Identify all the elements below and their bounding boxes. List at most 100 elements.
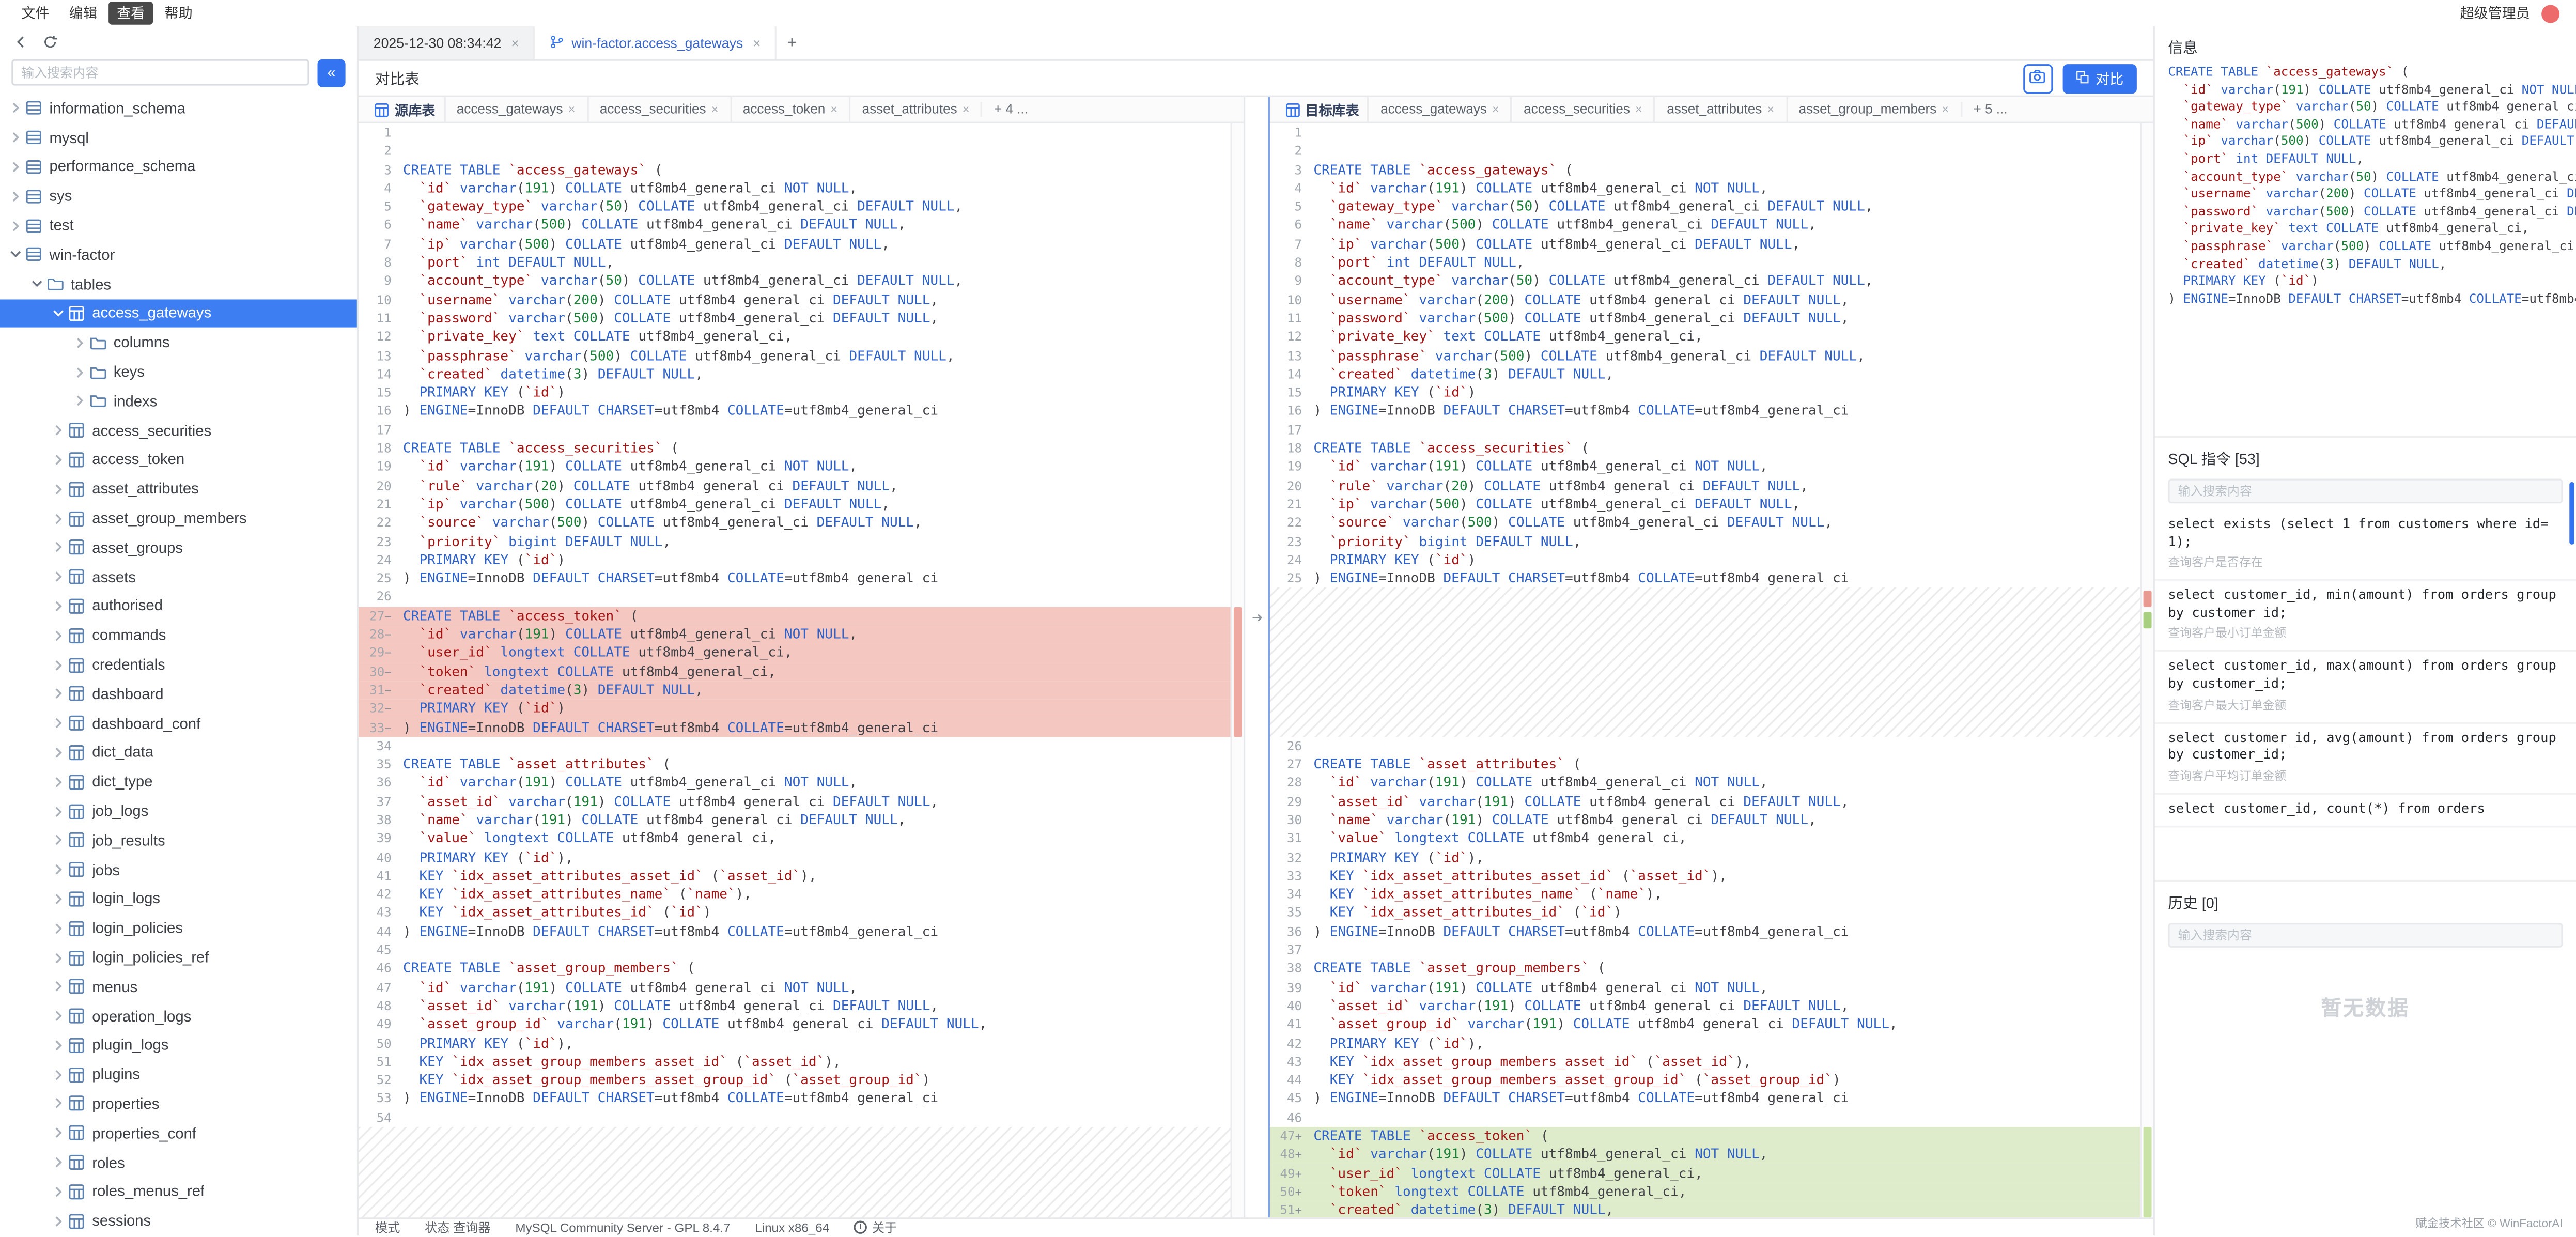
chevron-right-icon[interactable] [51, 423, 66, 438]
menu-file[interactable]: 文件 [13, 2, 57, 25]
sidebar-collapse-button[interactable]: « [317, 58, 345, 86]
snapshot-button[interactable] [2023, 64, 2053, 93]
tree-item-asset_group_members[interactable]: asset_group_members [0, 504, 357, 533]
chevron-right-icon[interactable] [51, 891, 66, 906]
tree-item-job_results[interactable]: job_results [0, 826, 357, 855]
chevron-right-icon[interactable] [72, 394, 87, 409]
chevron-right-icon[interactable] [72, 335, 87, 350]
tree-item-asset_attributes[interactable]: asset_attributes [0, 474, 357, 504]
chevron-right-icon[interactable] [51, 452, 66, 467]
tree-item-mysql[interactable]: mysql [0, 123, 357, 152]
chevron-right-icon[interactable] [51, 716, 66, 731]
chevron-right-icon[interactable] [51, 1126, 66, 1141]
table-tab-access_token[interactable]: access_token× [730, 97, 849, 122]
tree-item-roles[interactable]: roles [0, 1148, 357, 1177]
tree-item-information_schema[interactable]: information_schema [0, 94, 357, 123]
chevron-right-icon[interactable] [51, 569, 66, 584]
chevron-right-icon[interactable] [51, 1214, 66, 1229]
close-icon[interactable]: × [711, 102, 718, 117]
tree-item-plugins[interactable]: plugins [0, 1060, 357, 1089]
close-icon[interactable]: × [1942, 102, 1949, 117]
target-overview-ruler[interactable] [2140, 123, 2153, 1218]
chevron-right-icon[interactable] [51, 628, 66, 643]
scrollbar-thumb[interactable] [2569, 482, 2574, 545]
chevron-right-icon[interactable] [51, 862, 66, 877]
sql-command-item[interactable]: select exists (select 1 from customers w… [2155, 510, 2576, 581]
sql-diff-target[interactable]: 123CREATE TABLE `access_gateways` (4 `id… [1269, 123, 2140, 1218]
chevron-right-icon[interactable] [51, 1184, 66, 1199]
tree-item-asset_groups[interactable]: asset_groups [0, 533, 357, 562]
table-tab-asset_attributes[interactable]: asset_attributes× [849, 97, 981, 122]
table-tab-access_gateways[interactable]: access_gateways× [1368, 97, 1511, 122]
table-tab-access_gateways[interactable]: access_gateways× [443, 97, 586, 122]
chevron-right-icon[interactable] [8, 101, 23, 116]
tree-item-indexs[interactable]: indexs [0, 386, 357, 416]
tree-item-login_logs[interactable]: login_logs [0, 884, 357, 914]
close-icon[interactable]: × [1492, 102, 1499, 117]
chevron-right-icon[interactable] [51, 599, 66, 614]
chevron-right-icon[interactable] [51, 979, 66, 994]
tree-item-dict_data[interactable]: dict_data [0, 738, 357, 767]
chevron-right-icon[interactable] [51, 511, 66, 526]
close-icon[interactable]: × [511, 35, 519, 50]
tree-item-win-factor[interactable]: win-factor [0, 240, 357, 270]
tree-item-access_securities[interactable]: access_securities [0, 416, 357, 445]
sql-command-item[interactable]: select customer_id, min(amount) from ord… [2155, 581, 2576, 653]
chevron-right-icon[interactable] [51, 1155, 66, 1170]
chevron-right-icon[interactable] [51, 482, 66, 497]
sql-command-item[interactable]: select customer_id, count(*) from orders [2155, 794, 2576, 828]
tree-item-menus[interactable]: menus [0, 972, 357, 1001]
chevron-right-icon[interactable] [8, 218, 23, 233]
close-icon[interactable]: × [1767, 102, 1774, 117]
menu-help[interactable]: 帮助 [157, 2, 201, 25]
tree-item-test[interactable]: test [0, 211, 357, 240]
tree-item-commands[interactable]: commands [0, 621, 357, 650]
tree-item-columns[interactable]: columns [0, 328, 357, 358]
tree-item-properties[interactable]: properties [0, 1089, 357, 1119]
source-overview-ruler[interactable] [1230, 123, 1243, 1218]
tree-item-dashboard_conf[interactable]: dashboard_conf [0, 708, 357, 738]
sql-diff-source[interactable]: 123CREATE TABLE `access_gateways` (4 `id… [359, 123, 1230, 1218]
chevron-right-icon[interactable] [51, 803, 66, 818]
tree-item-access_token[interactable]: access_token [0, 445, 357, 474]
tree-item-performance_schema[interactable]: performance_schema [0, 152, 357, 182]
chevron-down-icon[interactable] [29, 276, 44, 291]
refresh-icon[interactable] [43, 34, 58, 49]
tree-item-access_gateways[interactable]: access_gateways [0, 299, 357, 328]
tree-item-job_logs[interactable]: job_logs [0, 796, 357, 826]
close-icon[interactable]: × [830, 102, 837, 117]
close-icon[interactable]: × [568, 102, 575, 117]
tree-item-roles_menus_ref[interactable]: roles_menus_ref [0, 1177, 357, 1207]
chevron-right-icon[interactable] [8, 130, 23, 145]
chevron-right-icon[interactable] [51, 950, 66, 965]
tree-item-authorised[interactable]: authorised [0, 592, 357, 621]
chevron-right-icon[interactable] [72, 364, 87, 379]
chevron-down-icon[interactable] [8, 248, 23, 262]
table-tab-access_securities[interactable]: access_securities× [586, 97, 730, 122]
chevron-right-icon[interactable] [51, 1067, 66, 1082]
chevron-right-icon[interactable] [51, 1096, 66, 1111]
sql-commands-search-input[interactable] [2170, 484, 2562, 499]
chevron-down-icon[interactable] [51, 306, 66, 321]
sql-command-item[interactable]: select customer_id, max(amount) from ord… [2155, 652, 2576, 723]
new-tab-button[interactable]: + [777, 26, 806, 59]
table-tab-asset_attributes[interactable]: asset_attributes× [1654, 97, 1786, 122]
close-icon[interactable]: × [1635, 102, 1642, 117]
chevron-right-icon[interactable] [51, 745, 66, 760]
tree-item-credentials[interactable]: credentials [0, 650, 357, 679]
sql-command-item[interactable]: select customer_id, avg(amount) from ord… [2155, 723, 2576, 795]
sidebar-search-input[interactable] [11, 59, 309, 86]
tree-item-assets[interactable]: assets [0, 562, 357, 592]
tree-item-dict_type[interactable]: dict_type [0, 767, 357, 797]
tree-item-sessions[interactable]: sessions [0, 1207, 357, 1236]
tree-item-sys[interactable]: sys [0, 181, 357, 211]
history-search-input[interactable] [2170, 928, 2562, 943]
menu-edit[interactable]: 编辑 [61, 2, 105, 25]
tree-item-dashboard[interactable]: dashboard [0, 679, 357, 709]
tree-item-tables[interactable]: tables [0, 269, 357, 299]
tree-item-operation_logs[interactable]: operation_logs [0, 1001, 357, 1031]
more-tabs-button[interactable]: + 4 ... [981, 102, 1040, 117]
tree-item-jobs[interactable]: jobs [0, 855, 357, 885]
tree-item-login_policies_ref[interactable]: login_policies_ref [0, 943, 357, 972]
editor-tab-compare[interactable]: 2025-12-30 08:34:42 × [359, 26, 535, 59]
